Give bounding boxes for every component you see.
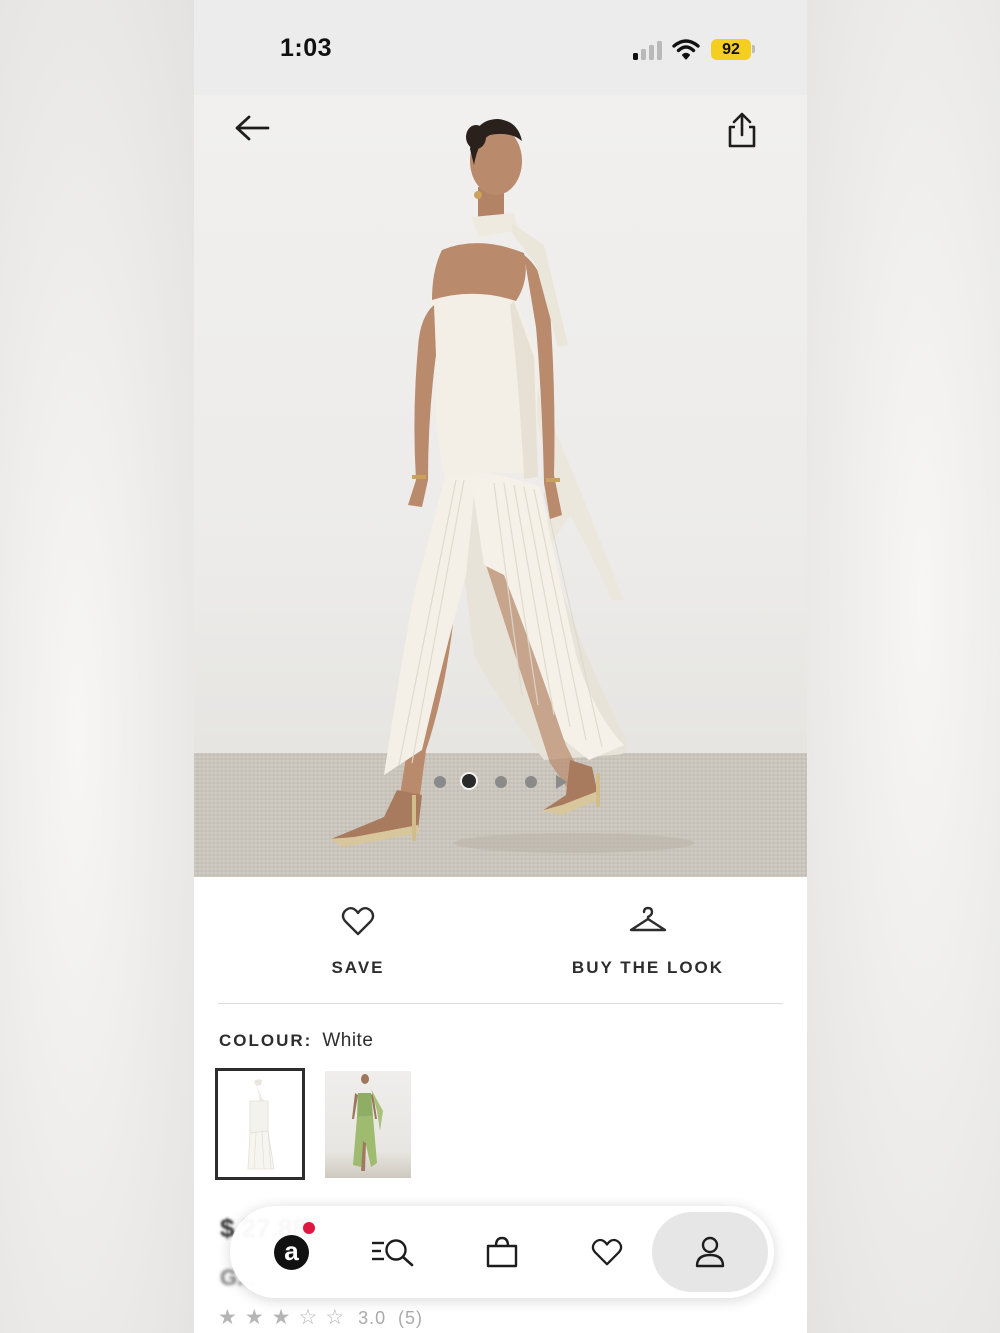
carousel-dot-3[interactable] xyxy=(495,776,507,788)
buy-the-look-label: BUY THE LOOK xyxy=(571,958,725,977)
save-label: SAVE xyxy=(331,958,385,977)
heart-icon xyxy=(591,1238,623,1266)
star-empty-icon: ☆ xyxy=(325,1306,345,1329)
buy-the-look-button[interactable]: BUY THE LOOK xyxy=(558,877,738,1003)
background-right xyxy=(807,0,1000,1333)
shopping-bag-icon xyxy=(486,1236,518,1268)
tab-search[interactable] xyxy=(356,1206,434,1298)
carousel-dot-4[interactable] xyxy=(525,776,537,788)
tab-saved[interactable] xyxy=(568,1206,646,1298)
product-rating[interactable]: ★ ★ ★ ☆ ☆ 3.0 (5) xyxy=(218,1305,423,1330)
tab-bag[interactable] xyxy=(463,1206,541,1298)
bottom-tab-bar: a xyxy=(230,1206,774,1298)
star-filled-icon: ★ xyxy=(271,1306,291,1329)
hanger-icon xyxy=(629,906,667,932)
colour-swatch-green[interactable] xyxy=(325,1071,411,1178)
wifi-icon xyxy=(672,39,700,60)
background-left xyxy=(0,0,194,1333)
colour-value: White xyxy=(322,1030,374,1051)
phone-screen: 1:03 92 SAVE BUY THE LOOK COLOUR: White … xyxy=(194,0,807,1333)
heart-icon xyxy=(341,906,375,936)
white-dress-thumbnail xyxy=(218,1071,302,1177)
share-icon[interactable] xyxy=(722,111,762,151)
star-filled-icon: ★ xyxy=(218,1306,237,1329)
product-image-carousel[interactable] xyxy=(194,95,807,877)
tab-account[interactable] xyxy=(652,1212,768,1292)
tab-home[interactable]: a xyxy=(252,1206,330,1298)
notification-dot xyxy=(303,1222,315,1234)
colour-swatch-white[interactable] xyxy=(215,1068,305,1180)
colour-selector-label: COLOUR: White xyxy=(219,1030,373,1052)
carousel-dot-1[interactable] xyxy=(434,776,446,788)
green-dress-thumbnail xyxy=(352,1074,383,1171)
rating-count: (5) xyxy=(398,1308,424,1328)
colour-key: COLOUR: xyxy=(219,1031,313,1050)
status-time: 1:03 xyxy=(280,34,333,62)
asos-logo-icon: a xyxy=(274,1235,309,1270)
star-empty-icon: ☆ xyxy=(298,1306,318,1329)
battery-indicator: 92 xyxy=(711,39,751,60)
star-filled-icon: ★ xyxy=(244,1306,264,1329)
product-actions: SAVE BUY THE LOOK xyxy=(218,877,783,1004)
search-menu-icon xyxy=(372,1239,414,1267)
carousel-pagination xyxy=(434,772,574,792)
battery-cap xyxy=(752,45,755,53)
back-arrow-icon[interactable] xyxy=(232,113,272,143)
user-icon xyxy=(695,1236,725,1268)
cellular-signal-icon xyxy=(633,41,662,60)
carousel-video-play-icon[interactable] xyxy=(556,775,567,789)
product-photo-model-white-dress xyxy=(329,119,694,853)
carousel-dot-2-active[interactable] xyxy=(460,772,478,790)
save-button[interactable]: SAVE xyxy=(298,877,418,1003)
rating-value: 3.0 xyxy=(358,1308,387,1328)
status-bar: 1:03 92 xyxy=(194,0,807,95)
